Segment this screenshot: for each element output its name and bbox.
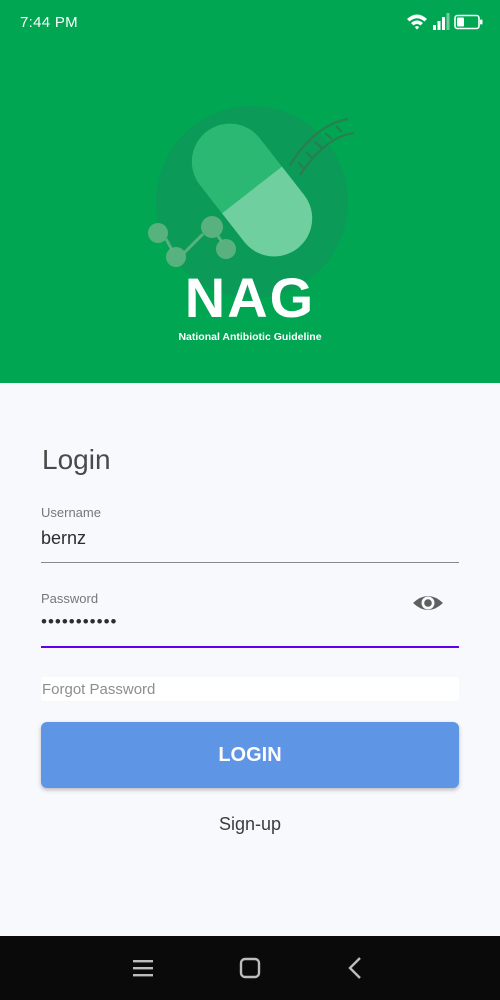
username-input[interactable]: bernz — [41, 528, 86, 549]
signal-icon — [432, 12, 450, 37]
status-bar: 7:44 PM — [0, 0, 500, 46]
signup-link[interactable]: Sign-up — [0, 814, 500, 835]
app-name: NAG — [184, 266, 316, 329]
forgot-password-link[interactable]: Forgot Password — [41, 677, 459, 701]
login-heading: Login — [42, 444, 111, 475]
home-icon[interactable] — [238, 956, 262, 985]
status-time: 7:44 PM — [20, 14, 78, 31]
username-field[interactable]: Username bernz — [41, 504, 459, 566]
navigation-bar — [0, 936, 500, 1000]
username-underline — [41, 562, 459, 563]
forgot-password-label: Forgot Password — [42, 681, 156, 698]
login-button[interactable]: LOGIN — [41, 722, 459, 788]
password-input[interactable]: ••••••••••• — [41, 612, 117, 632]
eye-icon[interactable] — [411, 588, 445, 618]
app-header: 7:44 PM NAG National Antibiotic Guidelin… — [0, 0, 500, 383]
menu-icon[interactable] — [131, 956, 155, 985]
username-label: Username — [41, 505, 101, 520]
password-label: Password — [41, 591, 99, 606]
back-icon[interactable] — [344, 956, 368, 985]
wifi-icon — [406, 12, 428, 37]
battery-icon — [454, 12, 484, 37]
app-subtitle: National Antibiotic Guideline — [178, 331, 322, 343]
password-field[interactable]: Password ••••••••••• — [41, 590, 459, 652]
password-underline — [41, 646, 459, 648]
status-icons — [406, 12, 486, 34]
